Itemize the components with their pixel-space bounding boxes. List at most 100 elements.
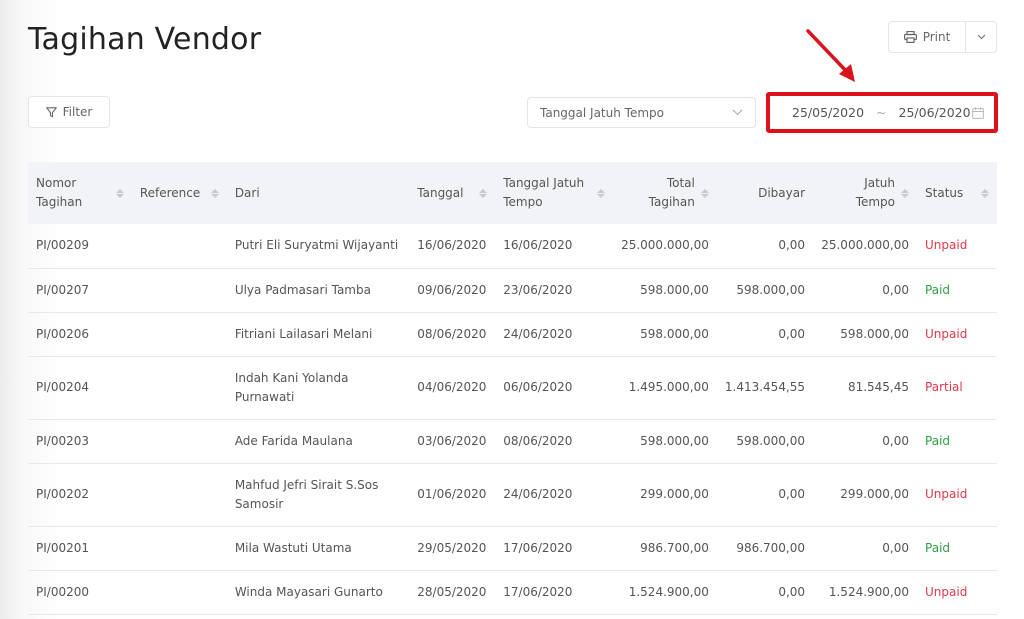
cell-status: Unpaid — [917, 224, 997, 268]
cell-status: Unpaid — [917, 463, 997, 526]
cell-nomor-tagihan: PI/00203 — [28, 419, 132, 463]
cell-reference — [132, 312, 227, 356]
status-badge: Paid — [925, 433, 951, 448]
column-header-tanggal-jatuh-tempo[interactable]: Tanggal Jatuh Tempo — [495, 162, 613, 224]
status-badge: Paid — [925, 282, 951, 297]
table-row[interactable]: PI/00204 Indah Kani Yolanda Purnawati 04/06… — [28, 356, 997, 419]
cell-dari: Mahfud Jefri Sirait S.Sos Samosir — [234, 477, 379, 511]
column-header-dari: Dari — [234, 185, 260, 200]
sort-icon[interactable] — [981, 188, 989, 198]
bill-number-link[interactable]: PI/00201 — [36, 541, 89, 555]
printer-icon — [903, 31, 917, 43]
sort-icon[interactable] — [700, 188, 709, 198]
column-header-nomor-tagihan[interactable]: Nomor Tagihan — [28, 162, 132, 224]
cell-dibayar: 0,00 — [778, 238, 806, 253]
table-row[interactable]: PI/00200 Winda Mayasari Gunarto 28/05/2020… — [28, 570, 997, 614]
print-label: Print — [922, 30, 951, 44]
column-header-dibayar: Dibayar — [758, 185, 806, 200]
date-range-picker[interactable]: 25/05/2020 ~ 25/06/2020 — [772, 98, 992, 127]
cell-reference — [132, 268, 227, 312]
cell-tanggal-jatuh-tempo: 16/06/2020 — [503, 238, 573, 253]
cell-nomor-tagihan: PI/00204 — [28, 356, 132, 419]
cell-dari: Fitriani Lailasari Melani — [234, 326, 373, 341]
print-button-group: Print — [888, 21, 997, 53]
cell-dari: Ulya Padmasari Tamba — [234, 282, 371, 297]
bill-number-link[interactable]: PI/00203 — [36, 434, 89, 448]
bill-number-link[interactable]: PI/00204 — [36, 380, 89, 394]
cell-tanggal-jatuh-tempo: 23/06/2020 — [503, 282, 573, 297]
print-menu-toggle[interactable] — [966, 22, 996, 52]
bill-number-link[interactable]: PI/00206 — [36, 327, 89, 341]
column-header-reference[interactable]: Reference — [132, 162, 227, 224]
cell-tanggal: 29/05/2020 — [417, 540, 487, 555]
cell-tanggal: 09/06/2020 — [417, 282, 487, 297]
cell-reference — [132, 570, 227, 614]
cell-total-tagihan: 299.000,00 — [640, 487, 709, 501]
date-type-value: Tanggal Jatuh Tempo — [540, 105, 664, 120]
cell-jatuh-tempo: 81.545,45 — [847, 380, 910, 394]
filter-button[interactable]: Filter — [28, 96, 110, 128]
status-badge: Unpaid — [925, 238, 968, 253]
cell-tanggal: 04/06/2020 — [417, 380, 487, 394]
date-from[interactable]: 25/05/2020 — [792, 105, 864, 120]
cell-dibayar: 986.700,00 — [736, 540, 806, 555]
funnel-icon — [45, 106, 57, 117]
cell-nomor-tagihan: PI/00201 — [28, 526, 132, 570]
column-header-status[interactable]: Status — [917, 162, 997, 224]
cell-dari: Putri Eli Suryatmi Wijayanti — [234, 238, 399, 253]
table-row[interactable]: PI/00207 Ulya Padmasari Tamba 09/06/2020 23… — [28, 268, 997, 312]
bill-number-link[interactable]: PI/00207 — [36, 283, 89, 297]
table-row[interactable]: PI/00201 Mila Wastuti Utama 29/05/2020 17/0… — [28, 526, 997, 570]
column-header-jatuh-tempo[interactable]: Jatuh Tempo — [813, 162, 917, 224]
cell-dari: Ade Farida Maulana — [234, 433, 353, 448]
cell-tanggal-jatuh-tempo: 08/06/2020 — [503, 433, 573, 448]
bill-number-link[interactable]: PI/00200 — [36, 585, 89, 599]
sort-icon[interactable] — [115, 188, 124, 198]
cell-status: Partial — [917, 356, 997, 419]
calendar-icon[interactable] — [972, 106, 984, 119]
page-title: Tagihan Vendor — [28, 22, 262, 57]
sort-icon[interactable] — [901, 188, 910, 198]
cell-status: Unpaid — [917, 570, 997, 614]
print-button[interactable]: Print — [889, 22, 966, 52]
cell-tanggal-jatuh-tempo: 17/06/2020 — [503, 540, 573, 555]
cell-total-tagihan: 1.524.900,00 — [628, 584, 709, 599]
cell-nomor-tagihan: PI/00206 — [28, 312, 132, 356]
table-row[interactable]: PI/00203 Ade Farida Maulana 03/06/2020 08/0… — [28, 419, 997, 463]
cell-jatuh-tempo: 0,00 — [882, 540, 910, 555]
status-badge: Unpaid — [925, 584, 968, 599]
status-badge: Unpaid — [925, 487, 968, 501]
chevron-down-icon — [977, 34, 985, 40]
date-type-select[interactable]: Tanggal Jatuh Tempo — [527, 97, 756, 128]
bill-number-link[interactable]: PI/00209 — [36, 238, 89, 252]
cell-tanggal-jatuh-tempo: 24/06/2020 — [503, 487, 573, 501]
cell-reference — [132, 224, 227, 268]
cell-dibayar: 598.000,00 — [736, 282, 806, 297]
cell-dibayar: 598.000,00 — [736, 433, 806, 448]
cell-total-tagihan: 598.000,00 — [640, 282, 709, 297]
column-header-tanggal[interactable]: Tanggal — [409, 162, 495, 224]
date-separator: ~ — [876, 105, 887, 120]
sort-icon[interactable] — [479, 188, 488, 198]
sort-icon[interactable] — [597, 188, 606, 198]
cell-reference — [132, 356, 227, 419]
cell-jatuh-tempo: 0,00 — [882, 282, 910, 297]
cell-tanggal: 03/06/2020 — [417, 433, 487, 448]
cell-dari: Winda Mayasari Gunarto — [234, 584, 383, 599]
sort-icon[interactable] — [210, 188, 219, 198]
bill-number-link[interactable]: PI/00202 — [36, 487, 89, 501]
cell-dibayar: 0,00 — [778, 487, 806, 501]
table-row[interactable]: PI/00202 Mahfud Jefri Sirait S.Sos Samosir… — [28, 463, 997, 526]
cell-dibayar: 0,00 — [778, 326, 806, 341]
annotation-arrow — [806, 29, 855, 82]
column-header-total-tagihan[interactable]: Total Tagihan — [613, 162, 717, 224]
cell-dari: Mila Wastuti Utama — [234, 540, 352, 555]
date-to[interactable]: 25/06/2020 — [899, 105, 971, 120]
cell-nomor-tagihan: PI/00200 — [28, 570, 132, 614]
cell-reference — [132, 526, 227, 570]
cell-total-tagihan: 25.000.000,00 — [621, 238, 709, 253]
table-row[interactable]: PI/00206 Fitriani Lailasari Melani 08/06/2… — [28, 312, 997, 356]
cell-total-tagihan: 598.000,00 — [640, 433, 709, 448]
cell-nomor-tagihan: PI/00207 — [28, 268, 132, 312]
table-row[interactable]: PI/00209 Putri Eli Suryatmi Wijayanti 16/0… — [28, 224, 997, 268]
